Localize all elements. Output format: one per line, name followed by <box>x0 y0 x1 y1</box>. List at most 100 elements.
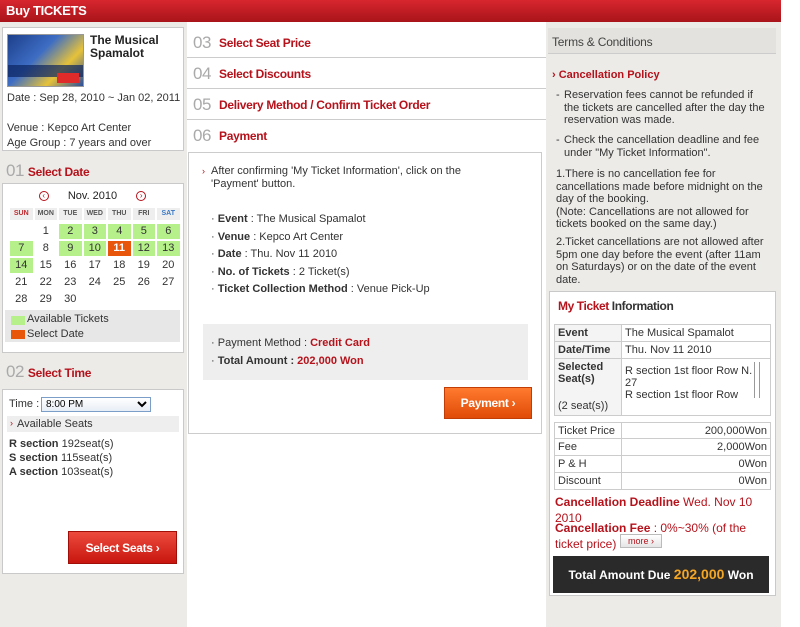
section-row: R section 192seat(s) <box>9 438 114 450</box>
price-key: P & H <box>555 456 622 472</box>
payment-total: · Total Amount : 202,000 Won <box>211 355 364 367</box>
payment-instruction: After confirming 'My Ticket Information'… <box>211 165 461 190</box>
calendar-day[interactable]: 6 <box>157 224 180 239</box>
page-margin <box>781 0 800 627</box>
ticket-event-key: Event <box>555 325 622 341</box>
legend-available-label: Available Tickets <box>27 313 109 325</box>
deadline-label: Cancellation Deadline <box>555 495 680 509</box>
chevron-right-icon: › <box>511 396 516 410</box>
calendar-day[interactable]: 21 <box>10 275 33 290</box>
step-number: 05 <box>193 95 211 114</box>
calendar-day[interactable]: 17 <box>84 258 107 273</box>
time-select[interactable]: 8:00 PM <box>41 397 151 412</box>
calendar-day <box>133 292 156 307</box>
calendar-day[interactable]: 1 <box>35 224 58 239</box>
select-seats-button[interactable]: Select Seats › <box>68 531 177 564</box>
chevron-right-icon[interactable]: › <box>136 191 147 202</box>
calendar-day[interactable]: 28 <box>10 292 33 307</box>
calendar-day[interactable]: 18 <box>108 258 131 273</box>
bullet-icon: › <box>202 166 205 176</box>
calendar-day[interactable]: 24 <box>84 275 107 290</box>
calendar-day[interactable]: 14 <box>10 258 33 273</box>
my-ticket-title: My Ticket Information <box>558 299 674 313</box>
step-select-seat-price[interactable]: 03 Select Seat Price <box>187 27 546 58</box>
step-title: Select Seat Price <box>219 36 311 50</box>
chevron-left-icon[interactable]: ‹ <box>38 191 49 202</box>
section-name: S section <box>9 452 58 464</box>
calendar-day[interactable]: 9 <box>59 241 82 256</box>
step-select-date-header: 01 Select Date <box>6 161 90 181</box>
step-payment[interactable]: 06 Payment <box>187 120 546 151</box>
calendar-day[interactable]: 13 <box>157 241 180 256</box>
calendar-day[interactable]: 7 <box>10 241 33 256</box>
terms-bullet: - Check the cancellation deadline and fee… <box>556 134 769 159</box>
select-seats-label: Select Seats <box>85 541 153 555</box>
step-title: Select Date <box>27 165 90 179</box>
calendar-day[interactable]: 29 <box>35 292 58 307</box>
price-value: 200,000Won <box>704 425 767 437</box>
my-ticket-title-a: My Ticket <box>558 299 609 313</box>
section-name: R section <box>9 438 59 450</box>
calendar-day[interactable]: 25 <box>108 275 131 290</box>
ticket-event-row: Event The Musical Spamalot <box>554 324 771 342</box>
seat-list[interactable]: R section 1st floor Row N. 27 R section … <box>622 359 770 415</box>
calendar-day[interactable]: 23 <box>59 275 82 290</box>
ticket-seat-row: Selected Seat(s) (2 seat(s)) R section 1s… <box>554 358 771 416</box>
dash-icon: - <box>556 134 560 146</box>
calendar-day[interactable]: 27 <box>157 275 180 290</box>
price-row: Ticket Price 200,000Won <box>554 422 771 439</box>
payment-method: · Payment Method : Credit Card <box>211 337 370 349</box>
more-button[interactable]: more › <box>620 534 662 548</box>
section-seats: 192seat(s) <box>61 438 114 450</box>
cancellation-fee: Cancellation Fee : 0%~30% (of the ticket… <box>555 520 770 552</box>
weekday-label: MON <box>34 208 57 220</box>
ticket-event-value: The Musical Spamalot <box>625 327 734 339</box>
calendar-day[interactable]: 4 <box>108 224 131 239</box>
calendar-day[interactable]: 2 <box>59 224 82 239</box>
calendar-day[interactable]: 10 <box>83 241 106 256</box>
detail-key: Ticket Collection Method <box>217 283 348 295</box>
weekday-label: SUN <box>10 208 33 220</box>
legend-swatch-available <box>11 316 25 325</box>
calendar-day[interactable]: 5 <box>132 224 155 239</box>
price-row: Fee 2,000Won <box>554 439 771 456</box>
detail-value: : Kepco Art Center <box>250 230 344 243</box>
order-detail-row: · Ticket Collection Method : Venue Pick-… <box>211 283 430 295</box>
show-date: Date : Sep 28, 2010 ~ Jan 02, 2011 <box>7 92 181 104</box>
calendar-day <box>84 292 107 307</box>
payment-method-value: Credit Card <box>310 337 370 349</box>
calendar-day[interactable]: 16 <box>59 258 82 273</box>
terms-bullet: - Reservation fees cannot be refunded if … <box>556 89 769 127</box>
ticket-date-key: Date/Time <box>555 342 622 358</box>
detail-value: : 2 Ticket(s) <box>289 265 350 278</box>
weekday-label: SAT <box>157 208 180 220</box>
calendar-day[interactable]: 3 <box>83 224 106 239</box>
calendar-day[interactable]: 22 <box>35 275 58 290</box>
bullet-icon: › <box>552 69 559 81</box>
payment-button[interactable]: Payment › <box>444 387 532 419</box>
payment-total-label: Total Amount : <box>217 355 298 367</box>
ticket-seat-key: Selected Seat(s) <box>558 361 604 385</box>
terms-bullet-text: Check the cancellation deadline and fee … <box>564 134 760 159</box>
calendar-day[interactable]: 19 <box>133 258 156 273</box>
calendar-day[interactable]: 8 <box>35 241 58 256</box>
total-amount-due-bar: Total Amount Due 202,000 Won <box>553 556 769 593</box>
payment-method-label: Payment Method : <box>217 337 311 349</box>
seat-list-scrollbar[interactable] <box>754 362 760 398</box>
my-ticket-panel: My Ticket Information Event The Musical S… <box>549 291 776 596</box>
ticket-seat-count: (2 seat(s)) <box>558 400 609 412</box>
calendar-day[interactable]: 26 <box>133 275 156 290</box>
terms-title: Terms & Conditions <box>552 35 653 49</box>
step-title: Delivery Method / Confirm Ticket Order <box>219 98 431 112</box>
terms-bullet-text: Reservation fees cannot be refunded if t… <box>564 89 765 126</box>
calendar-day[interactable]: 30 <box>59 292 82 307</box>
calendar-day[interactable]: 20 <box>157 258 180 273</box>
more-label: more <box>627 536 649 546</box>
calendar-day[interactable]: 15 <box>35 258 58 273</box>
step-select-discounts[interactable]: 04 Select Discounts <box>187 58 546 89</box>
calendar-day[interactable]: 12 <box>132 241 155 256</box>
detail-key: Event <box>217 213 248 225</box>
calendar-day[interactable]: 11 <box>108 241 131 256</box>
available-seats-bar: › Available Seats <box>7 416 179 432</box>
step-delivery-method[interactable]: 05 Delivery Method / Confirm Ticket Order <box>187 89 546 120</box>
